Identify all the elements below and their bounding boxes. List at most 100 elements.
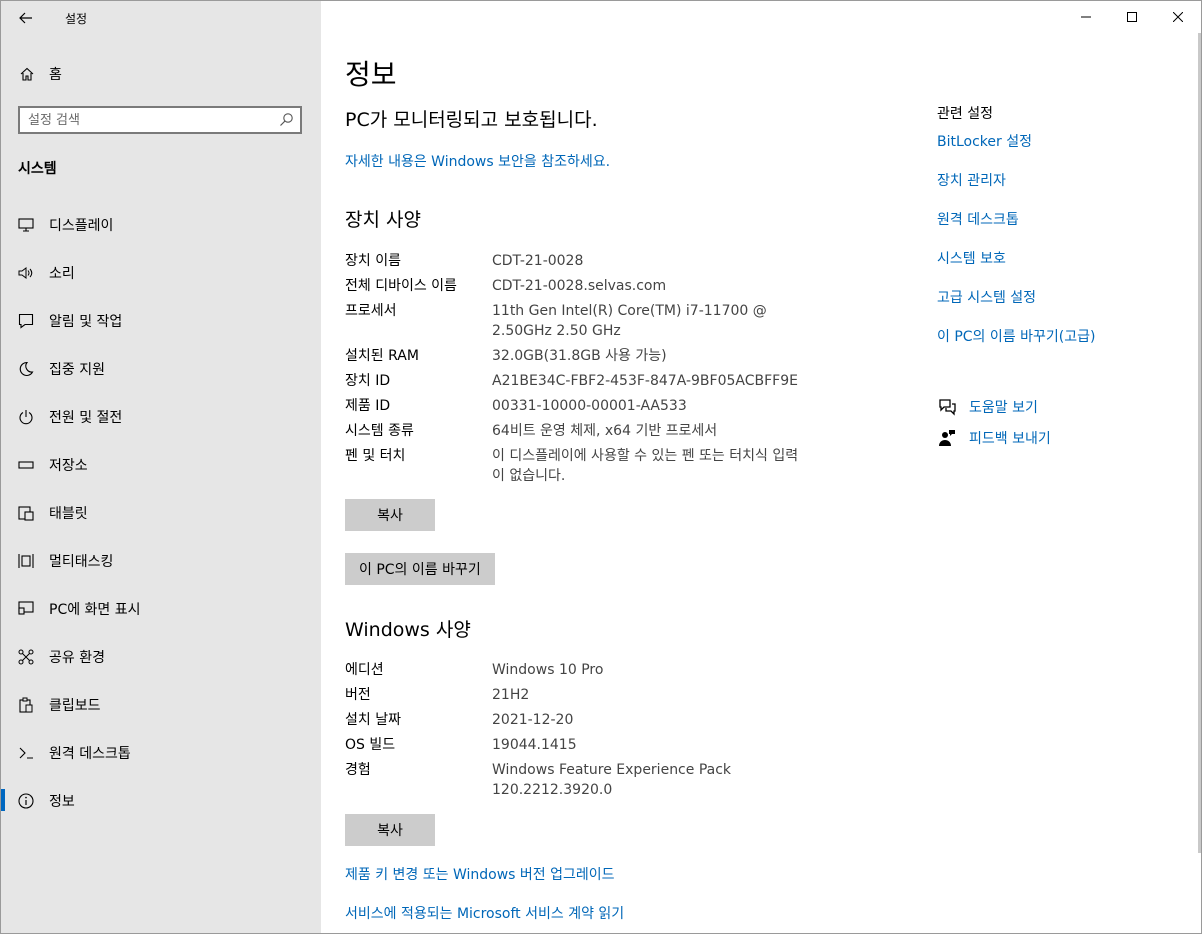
sidebar-item-notifications[interactable]: 알림 및 작업 [1,297,321,345]
spec-value: 19044.1415 [492,737,577,753]
spec-value: 이 디스플레이에 사용할 수 있는 펜 또는 터치식 입력이 없습니다. [492,448,799,484]
sidebar-item-label: 저장소 [49,458,88,474]
sidebar-item-sound[interactable]: 소리 [1,249,321,297]
spec-key: 장치 이름 [345,253,401,269]
sidebar-item-remote-desktop[interactable]: 원격 데스크톱 [1,729,321,777]
security-link[interactable]: 자세한 내용은 Windows 보안을 참조하세요. [345,151,610,171]
advanced-system-settings-link[interactable]: 고급 시스템 설정 [937,287,1197,326]
section-title: 시스템 [18,161,57,177]
clipboard-icon [17,696,35,714]
scrollbar[interactable] [1198,33,1201,853]
storage-icon [17,456,35,474]
app-title: 설정 [65,12,88,26]
home-label: 홈 [49,67,62,83]
feedback-link[interactable]: 피드백 보내기 [937,422,1051,453]
spec-key: 시스템 종류 [345,423,414,439]
spec-key: 설치 날짜 [345,712,401,728]
spec-row: 장치 이름 CDT-21-0028 [345,251,815,271]
search-box[interactable] [18,106,302,134]
sidebar-item-label: 공유 환경 [49,650,105,666]
feedback-icon [937,428,957,448]
home-link[interactable]: 홈 [19,63,62,85]
service-agreement-link[interactable]: 서비스에 적용되는 Microsoft 서비스 계약 읽기 [345,903,624,923]
feedback-label[interactable]: 피드백 보내기 [969,428,1051,448]
bitlocker-link[interactable]: BitLocker 설정 [937,131,1197,170]
sidebar-item-focus-assist[interactable]: 집중 지원 [1,345,321,393]
rename-pc-advanced-link[interactable]: 이 PC의 이름 바꾸기(고급) [937,326,1197,365]
sidebar-item-label: 정보 [49,794,75,810]
sidebar-item-multitasking[interactable]: 멀티태스킹 [1,537,321,585]
project-icon [17,600,35,618]
rename-pc-button[interactable]: 이 PC의 이름 바꾸기 [345,553,495,585]
settings-window: 설정 홈 시스템 디스플레이 소리 알림 및 작업 [0,0,1202,934]
close-button[interactable] [1155,1,1201,33]
sidebar-item-power[interactable]: 전원 및 절전 [1,393,321,441]
help-label[interactable]: 도움말 보기 [969,397,1038,417]
multitasking-icon [17,552,35,570]
help-section: 도움말 보기 피드백 보내기 [937,391,1051,453]
sidebar-item-label: 알림 및 작업 [49,314,123,330]
search-icon[interactable] [278,112,294,128]
moon-icon [17,360,35,378]
spec-value: 64비트 운영 체제, x64 기반 프로세서 [492,423,718,439]
get-help-link[interactable]: 도움말 보기 [937,391,1051,422]
notification-icon [17,312,35,330]
spec-value: 21H2 [492,687,530,703]
spec-row: 시스템 종류 64비트 운영 체제, x64 기반 프로세서 [345,421,815,441]
search-input[interactable] [28,111,276,129]
sidebar-item-label: 클립보드 [49,698,101,714]
copy-device-spec-button[interactable]: 복사 [345,499,435,531]
spec-key: 버전 [345,687,371,703]
home-icon [20,67,34,81]
device-spec-table: 장치 이름 CDT-21-0028 전체 디바이스 이름 CDT-21-0028.s… [345,251,815,491]
product-key-link[interactable]: 제품 키 변경 또는 Windows 버전 업그레이드 [345,864,615,884]
sidebar-item-tablet[interactable]: 태블릿 [1,489,321,537]
copy-windows-spec-button[interactable]: 복사 [345,814,435,846]
related-settings-title: 관련 설정 [937,106,993,122]
spec-key: 프로세서 [345,303,397,319]
tablet-icon [17,504,35,522]
sidebar-item-shared-experiences[interactable]: 공유 환경 [1,633,321,681]
sidebar-item-label: PC에 화면 표시 [49,602,141,618]
protection-status: PC가 모니터링되고 보호됩니다. [345,109,598,131]
spec-value: Windows Feature Experience Pack 120.2212… [492,762,732,798]
back-button[interactable] [11,5,41,31]
spec-row: 프로세서 11th Gen Intel(R) Core(TM) i7-11700 … [345,301,815,341]
spec-row: 펜 및 터치 이 디스플레이에 사용할 수 있는 펜 또는 터치식 입력이 없습니… [345,446,815,486]
sidebar: 설정 홈 시스템 디스플레이 소리 알림 및 작업 [1,1,321,933]
spec-row: 버전 21H2 [345,685,815,705]
power-icon [17,408,35,426]
sidebar-item-about[interactable]: 정보 [1,777,321,825]
device-spec-title: 장치 사양 [345,209,421,231]
spec-key: 에디션 [345,662,384,678]
spec-key: 경험 [345,762,371,778]
sidebar-item-label: 전원 및 절전 [49,410,123,426]
page-title: 정보 [345,58,397,91]
sidebar-nav: 디스플레이 소리 알림 및 작업 집중 지원 전원 및 절전 저장소 태블릿 멀… [1,201,321,825]
spec-row: 전체 디바이스 이름 CDT-21-0028.selvas.com [345,276,815,296]
spec-row: 경험 Windows Feature Experience Pack 120.22… [345,760,815,800]
sidebar-item-projecting[interactable]: PC에 화면 표시 [1,585,321,633]
spec-value: 11th Gen Intel(R) Core(TM) i7-11700 @ 2.… [492,303,767,339]
remote-desktop-link[interactable]: 원격 데스크톱 [937,209,1197,248]
spec-value: 32.0GB(31.8GB 사용 가능) [492,348,667,364]
sidebar-item-label: 집중 지원 [49,362,105,378]
windows-spec-table: 에디션 Windows 10 Pro 버전 21H2 설치 날짜 2021-12-20… [345,660,815,805]
maximize-button[interactable] [1109,1,1155,33]
device-manager-link[interactable]: 장치 관리자 [937,170,1197,209]
related-settings: 관련 설정 BitLocker 설정 장치 관리자 원격 데스크톱 시스템 보호… [937,103,1197,365]
help-chat-icon [937,397,957,417]
sidebar-item-label: 디스플레이 [49,218,114,234]
sidebar-item-clipboard[interactable]: 클립보드 [1,681,321,729]
system-protection-link[interactable]: 시스템 보호 [937,248,1197,287]
sidebar-item-display[interactable]: 디스플레이 [1,201,321,249]
spec-key: 설치된 RAM [345,348,419,364]
minimize-button[interactable] [1063,1,1109,33]
sidebar-item-storage[interactable]: 저장소 [1,441,321,489]
spec-key: 장치 ID [345,373,391,389]
sidebar-item-label: 소리 [49,266,75,282]
close-icon [1173,12,1183,22]
spec-row: OS 빌드 19044.1415 [345,735,815,755]
share-icon [17,648,35,666]
monitor-icon [17,216,35,234]
